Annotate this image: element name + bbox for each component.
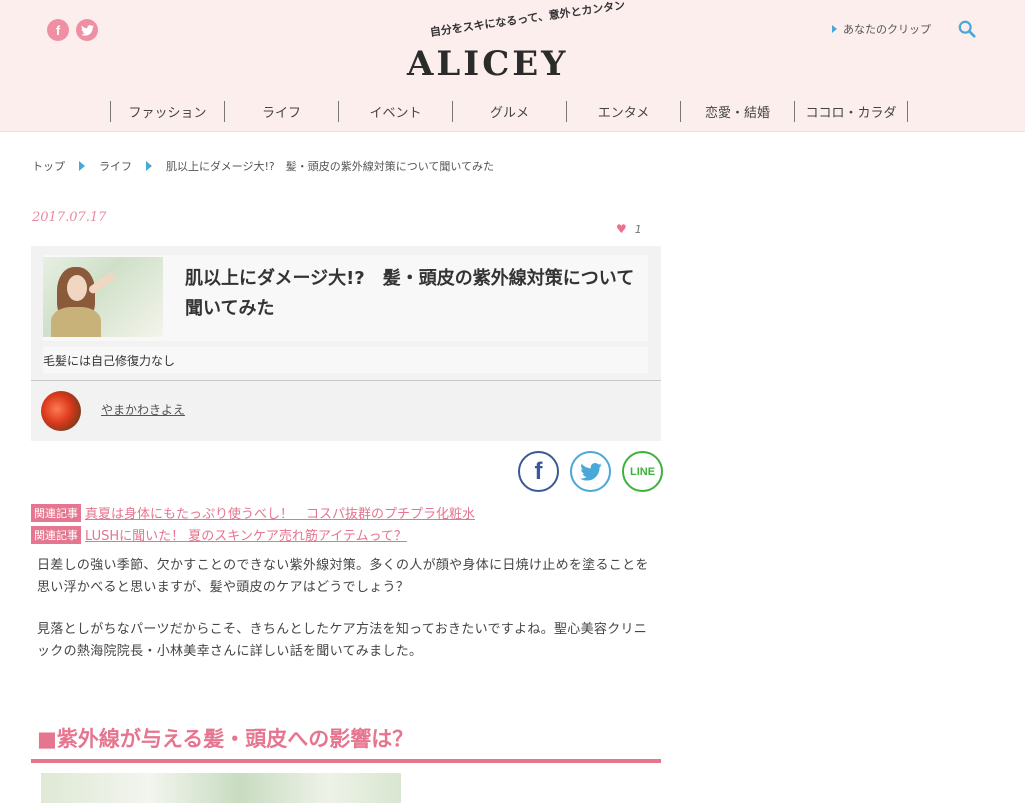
- section-image: [41, 773, 401, 803]
- nav-item-life[interactable]: ライフ: [224, 101, 338, 122]
- article-subtitle: 毛髪には自己修復力なし: [43, 347, 648, 373]
- breadcrumb-current: 肌以上にダメージ大!? 髪・頭皮の紫外線対策について聞いてみた: [166, 160, 495, 173]
- nav-item-gourmet[interactable]: グルメ: [452, 101, 566, 122]
- author-link[interactable]: やまかわきよえ: [101, 401, 185, 418]
- logo-text: ALICEY: [407, 44, 569, 84]
- article-title: 肌以上にダメージ大!? 髪・頭皮の紫外線対策について聞いてみた: [185, 268, 635, 319]
- breadcrumb-arrow-icon: [146, 161, 152, 171]
- breadcrumb-top[interactable]: トップ: [32, 158, 65, 174]
- nav-item-event[interactable]: イベント: [338, 101, 452, 122]
- article-card: 肌以上にダメージ大!? 髪・頭皮の紫外線対策について聞いてみた 毛髪には自己修復…: [31, 246, 661, 441]
- line-icon: LINE: [629, 465, 656, 478]
- facebook-icon[interactable]: f: [47, 19, 69, 41]
- facebook-icon: f: [534, 457, 543, 485]
- search-icon[interactable]: [958, 20, 976, 38]
- heart-icon: ♥: [616, 222, 627, 236]
- body-paragraph: 日差しの強い季節、欠かすことのできない紫外線対策。多くの人が顔や身体に日焼け止め…: [37, 558, 649, 595]
- nav-item-mind-body[interactable]: ココロ・カラダ: [794, 101, 908, 122]
- breadcrumb: トップ ライフ 肌以上にダメージ大!? 髪・頭皮の紫外線対策について聞いてみた: [32, 158, 494, 174]
- nav-item-love[interactable]: 恋愛・結婚: [680, 101, 794, 122]
- related-link[interactable]: 真夏は身体にもたっぷり使うべし！ コスパ抜群のプチプラ化粧水: [85, 503, 475, 522]
- my-clip-label: あなたのクリップ: [843, 23, 931, 36]
- main-nav: ファッション ライフ イベント グルメ エンタメ 恋愛・結婚 ココロ・カラダ: [110, 101, 908, 122]
- like-count[interactable]: ♥ 1: [616, 222, 642, 236]
- like-number: 1: [634, 222, 642, 236]
- article-thumbnail: [43, 257, 163, 337]
- related-article: 関連記事 真夏は身体にもたっぷり使うべし！ コスパ抜群のプチプラ化粧水: [31, 503, 475, 522]
- article-date: 2017.07.17: [32, 210, 107, 225]
- nav-item-fashion[interactable]: ファッション: [110, 101, 224, 122]
- triangle-right-icon: [832, 25, 837, 33]
- line-share-button[interactable]: LINE: [622, 451, 663, 492]
- site-logo[interactable]: 自分をスキになるって、意外とカンタン ALICEY: [405, 0, 626, 84]
- related-tag: 関連記事: [31, 503, 81, 522]
- share-buttons: f LINE: [518, 451, 663, 492]
- related-article: 関連記事 LUSHに聞いた！ 夏のスキンケア売れ筋アイテムって？: [31, 525, 407, 544]
- twitter-share-button[interactable]: [570, 451, 611, 492]
- social-links: f: [47, 19, 98, 41]
- avatar[interactable]: [41, 391, 81, 431]
- body-paragraph: 見落としがちなパーツだからこそ、きちんとしたケア方法を知っておきたいですよね。聖…: [37, 622, 648, 659]
- site-header: f 自分をスキになるって、意外とカンタン ALICEY あなたのクリップ ファッ…: [0, 0, 1025, 132]
- related-link[interactable]: LUSHに聞いた！ 夏のスキンケア売れ筋アイテムって？: [85, 525, 407, 544]
- breadcrumb-arrow-icon: [79, 161, 85, 171]
- facebook-share-button[interactable]: f: [518, 451, 559, 492]
- section-heading: ■紫外線が与える髪・頭皮への影響は？: [31, 720, 661, 763]
- nav-item-entertainment[interactable]: エンタメ: [566, 101, 680, 122]
- twitter-icon[interactable]: [76, 19, 98, 41]
- twitter-icon: [579, 462, 602, 481]
- related-tag: 関連記事: [31, 525, 81, 544]
- logo-tagline: 自分をスキになるって、意外とカンタン: [429, 0, 626, 39]
- author-row: やまかわきよえ: [31, 380, 661, 441]
- my-clip-link[interactable]: あなたのクリップ: [832, 21, 931, 37]
- breadcrumb-life[interactable]: ライフ: [99, 158, 132, 174]
- article-header: 肌以上にダメージ大!? 髪・頭皮の紫外線対策について聞いてみた: [43, 255, 648, 341]
